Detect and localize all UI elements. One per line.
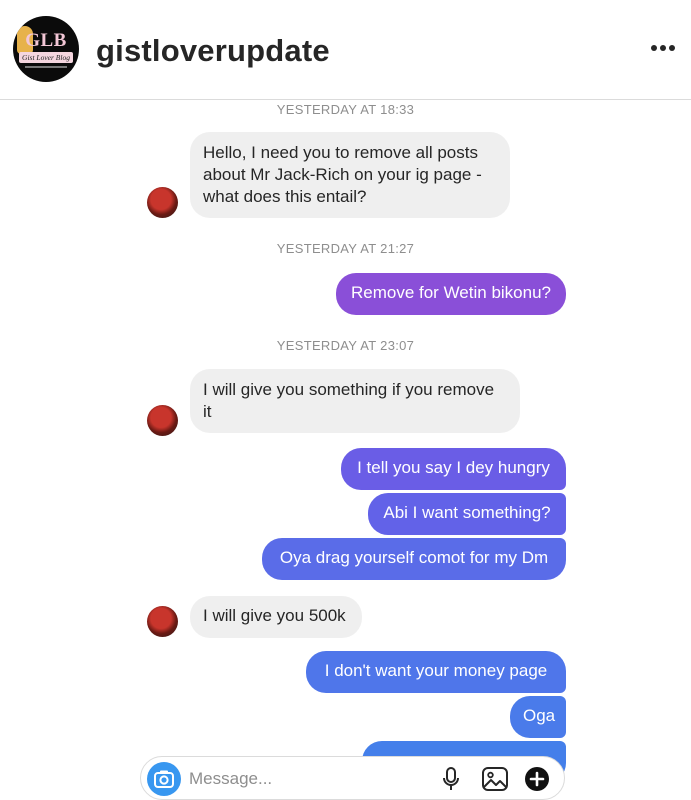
outgoing-message[interactable]: Abi I want something? xyxy=(368,493,566,535)
message-thread: YESTERDAY AT 18:33 Hello, I need you to … xyxy=(0,100,691,800)
logo-underline xyxy=(25,66,67,68)
incoming-message[interactable]: Hello, I need you to remove all posts ab… xyxy=(190,132,510,218)
outgoing-message[interactable]: Remove for Wetin bikonu? xyxy=(336,273,566,315)
sender-avatar[interactable] xyxy=(147,405,178,436)
profile-avatar[interactable]: GLB Gist Lover Blog xyxy=(13,16,79,82)
incoming-message[interactable]: I will give you 500k xyxy=(190,596,362,638)
outgoing-message[interactable]: Oga xyxy=(510,696,566,738)
message-composer xyxy=(140,756,565,800)
timestamp: YESTERDAY AT 23:07 xyxy=(276,338,415,353)
outgoing-message[interactable]: I tell you say I dey hungry xyxy=(341,448,566,490)
timestamp: YESTERDAY AT 21:27 xyxy=(276,241,415,256)
outgoing-message[interactable]: Oya drag yourself comot for my Dm xyxy=(262,538,566,580)
avatar-logo-subtitle: Gist Lover Blog xyxy=(19,52,73,63)
dot xyxy=(651,45,657,51)
add-icon[interactable] xyxy=(524,766,550,792)
avatar-logo-text: GLB xyxy=(25,30,67,51)
sender-avatar[interactable] xyxy=(147,606,178,637)
outgoing-message[interactable]: I don't want your money page xyxy=(306,651,566,693)
microphone-icon[interactable] xyxy=(442,767,460,791)
dot xyxy=(669,45,675,51)
chat-username[interactable]: gistloverupdate xyxy=(96,33,330,69)
dm-thread-screen: GLB Gist Lover Blog gistloverupdate YEST… xyxy=(0,0,691,800)
camera-icon[interactable] xyxy=(147,762,181,796)
message-input[interactable] xyxy=(189,768,409,790)
timestamp: YESTERDAY AT 18:33 xyxy=(276,102,415,117)
gallery-icon[interactable] xyxy=(482,767,508,791)
incoming-message[interactable]: I will give you something if you remove … xyxy=(190,369,520,433)
camera-glyph xyxy=(154,770,174,788)
more-horizontal-icon[interactable] xyxy=(651,44,675,52)
dot xyxy=(660,45,666,51)
sender-avatar[interactable] xyxy=(147,187,178,218)
chat-header: GLB Gist Lover Blog gistloverupdate xyxy=(0,0,691,100)
